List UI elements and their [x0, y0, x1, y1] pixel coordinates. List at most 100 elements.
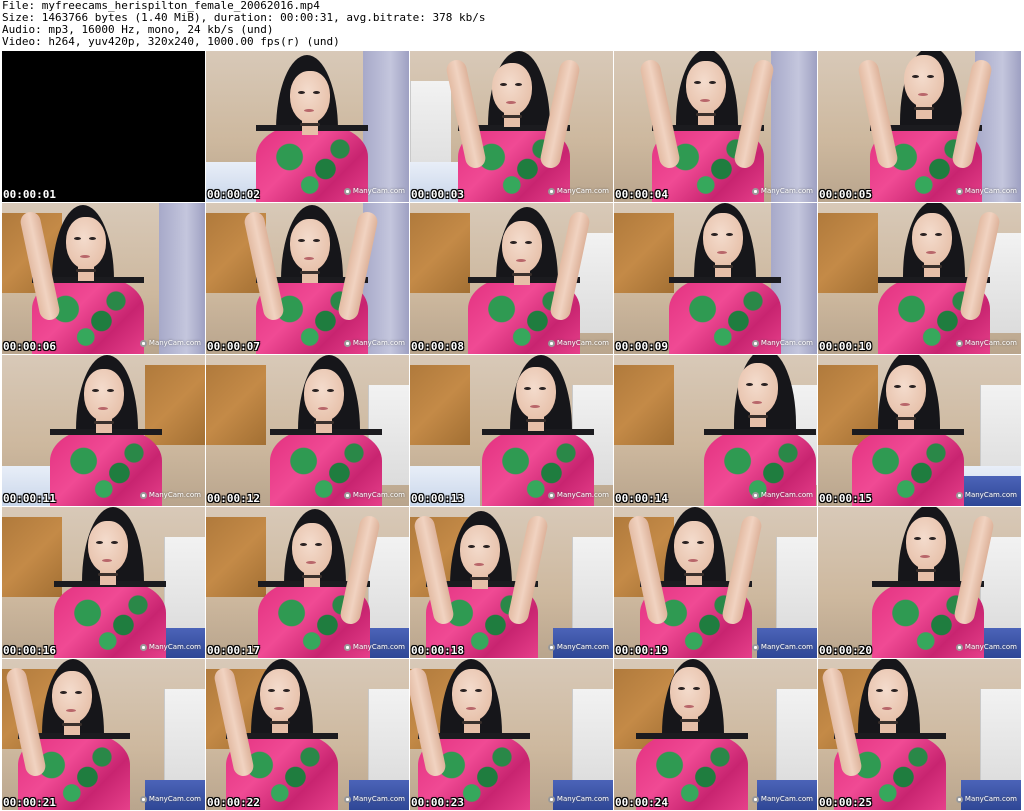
- video-thumbnail-frame: ManyCam.com 00:00:09: [614, 203, 817, 354]
- corkboard: [818, 213, 878, 293]
- choker: [526, 419, 546, 422]
- frame-timestamp: 00:00:11: [3, 492, 56, 505]
- lips: [926, 251, 936, 254]
- eye: [894, 385, 901, 388]
- choker: [98, 573, 118, 576]
- frame-timestamp: 00:00:13: [411, 492, 464, 505]
- manycam-watermark: ManyCam.com: [955, 643, 1017, 651]
- manycam-logo-icon: [751, 795, 759, 803]
- manycam-watermark: ManyCam.com: [139, 643, 201, 651]
- shelf: [776, 537, 817, 637]
- corkboard: [2, 517, 62, 597]
- video-thumbnail-frame: ManyCam.com 00:00:07: [206, 203, 409, 354]
- shelf: [164, 537, 205, 637]
- eye: [313, 239, 320, 242]
- eye: [460, 689, 467, 692]
- face: [260, 669, 300, 721]
- watermark-text: ManyCam.com: [556, 187, 609, 195]
- watermark-text: ManyCam.com: [148, 491, 201, 499]
- video-thumbnail-frame: ManyCam.com 00:00:21: [2, 659, 205, 810]
- manycam-watermark: ManyCam.com: [343, 339, 405, 347]
- face: [502, 221, 542, 273]
- watermark-text: ManyCam.com: [352, 795, 405, 803]
- manycam-watermark: ManyCam.com: [343, 187, 405, 195]
- choker: [713, 265, 733, 268]
- eye: [315, 543, 322, 546]
- eye: [726, 233, 733, 236]
- manycam-logo-icon: [547, 339, 555, 347]
- lips: [274, 707, 284, 710]
- video-thumbnail-frame: ManyCam.com 00:00:16: [2, 507, 205, 658]
- choker: [94, 421, 114, 424]
- manycam-logo-icon: [955, 643, 963, 651]
- thumbnail-grid: 00:00:01 ManyCam.com 00:00:02 ManyCam.com 00…: [2, 51, 1022, 811]
- frame-timestamp: 00:00:08: [411, 340, 464, 353]
- choker: [300, 123, 320, 126]
- face: [516, 367, 556, 419]
- manycam-watermark: ManyCam.com: [139, 339, 201, 347]
- video-thumbnail-frame: ManyCam.com 00:00:11: [2, 355, 205, 506]
- frame-timestamp: 00:00:25: [819, 796, 872, 809]
- manycam-watermark: ManyCam.com: [955, 491, 1017, 499]
- watermark-text: ManyCam.com: [556, 339, 609, 347]
- manycam-watermark: ManyCam.com: [139, 795, 201, 803]
- eye: [761, 383, 768, 386]
- video-thumbnail-frame: ManyCam.com 00:00:25: [818, 659, 1021, 810]
- manycam-watermark: ManyCam.com: [751, 795, 813, 803]
- eye: [694, 81, 701, 84]
- lips: [474, 563, 484, 566]
- watermark-text: ManyCam.com: [352, 491, 405, 499]
- video-thumbnail-frame: ManyCam.com 00:00:15: [818, 355, 1021, 506]
- watermark-text: ManyCam.com: [964, 187, 1017, 195]
- lips: [920, 555, 930, 558]
- face: [304, 369, 344, 421]
- eye: [92, 389, 99, 392]
- lips: [102, 559, 112, 562]
- manycam-logo-icon: [343, 643, 351, 651]
- choker: [314, 421, 334, 424]
- manycam-logo-icon: [955, 491, 963, 499]
- frame-timestamp: 00:00:02: [207, 188, 260, 201]
- manycam-logo-icon: [751, 339, 759, 347]
- face: [52, 671, 92, 723]
- choker: [462, 721, 482, 724]
- watermark-text: ManyCam.com: [964, 643, 1017, 651]
- frame-timestamp: 00:00:18: [411, 644, 464, 657]
- lips: [530, 405, 540, 408]
- lips: [80, 255, 90, 258]
- frame-timestamp: 00:00:12: [207, 492, 260, 505]
- choker: [62, 723, 82, 726]
- frame-timestamp: 00:00:01: [3, 188, 56, 201]
- face: [66, 217, 106, 269]
- blouse-trim: [669, 277, 781, 283]
- lips: [506, 101, 516, 104]
- frame-timestamp: 00:00:05: [819, 188, 872, 201]
- frame-timestamp: 00:00:15: [819, 492, 872, 505]
- eye: [912, 75, 919, 78]
- shelf: [368, 689, 409, 789]
- choker: [470, 577, 490, 580]
- watermark-text: ManyCam.com: [964, 795, 1017, 803]
- lips: [688, 559, 698, 562]
- video-thumbnail-frame: ManyCam.com 00:00:03: [410, 51, 613, 202]
- eye: [929, 537, 936, 540]
- eye: [483, 545, 490, 548]
- eye: [107, 389, 114, 392]
- video-thumbnail-frame: ManyCam.com 00:00:20: [818, 507, 1021, 658]
- shelf: [572, 689, 613, 789]
- video-thumbnail-frame: ManyCam.com 00:00:04: [614, 51, 817, 202]
- eye: [111, 541, 118, 544]
- face: [84, 369, 124, 421]
- watermark-text: ManyCam.com: [964, 339, 1017, 347]
- file-name-line: File: myfreecams_herispilton_female_2006…: [2, 0, 320, 12]
- manycam-watermark: ManyCam.com: [343, 643, 405, 651]
- face: [670, 667, 710, 719]
- manycam-logo-icon: [547, 187, 555, 195]
- eye: [74, 237, 81, 240]
- face: [452, 669, 492, 721]
- choker: [696, 113, 716, 116]
- choker: [302, 575, 322, 578]
- face: [703, 213, 743, 265]
- frame-timestamp: 00:00:10: [819, 340, 872, 353]
- door: [771, 51, 817, 202]
